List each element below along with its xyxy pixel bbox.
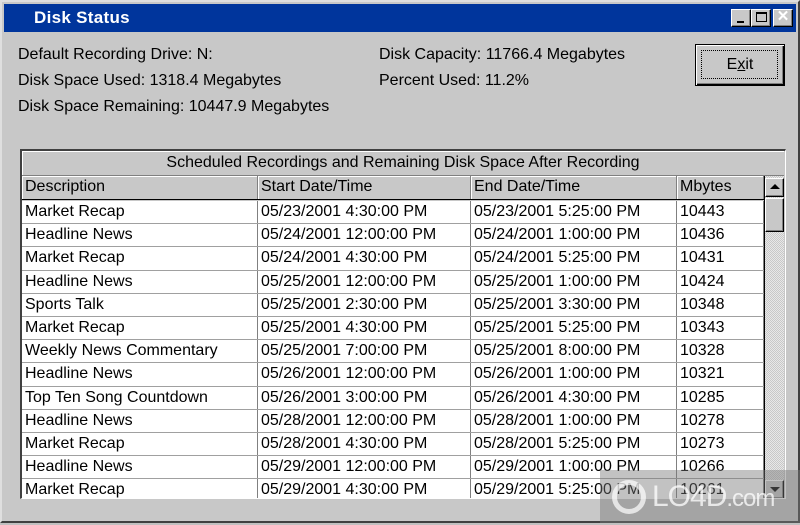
table-row[interactable]: Top Ten Song Countdown 05/26/2001 3:00:00…: [22, 386, 764, 410]
cell-mbytes[interactable]: 10273: [677, 432, 764, 456]
title-bar[interactable]: Disk Status ✕: [4, 4, 796, 32]
cell-description[interactable]: Headline News: [22, 270, 258, 293]
cell-mbytes[interactable]: 10436: [677, 224, 764, 247]
cell-mbytes[interactable]: 10431: [677, 247, 764, 270]
space-used-label: Disk Space Used: 1318.4 Megabytes: [18, 72, 282, 89]
cell-description[interactable]: Market Recap: [22, 247, 258, 270]
cell-mbytes[interactable]: 10424: [677, 270, 764, 293]
column-header-end[interactable]: End Date/Time: [471, 176, 677, 199]
watermark-text: LO4D: [652, 480, 727, 513]
disk-status-window: Disk Status ✕ Default Recording Drive: N…: [0, 0, 800, 523]
table-row[interactable]: Market Recap 05/28/2001 4:30:00 PM 05/28/2…: [22, 432, 764, 457]
cell-end[interactable]: 05/24/2001 1:00:00 PM: [471, 224, 677, 247]
cell-end[interactable]: 05/25/2001 1:00:00 PM: [471, 270, 677, 293]
table-row[interactable]: Headline News 05/24/2001 12:00:00 PM 05/24…: [22, 224, 764, 248]
cell-description[interactable]: Headline News: [22, 456, 258, 479]
exit-button[interactable]: Exit: [695, 44, 785, 86]
cell-description[interactable]: Market Recap: [22, 479, 258, 498]
cell-description[interactable]: Sports Talk: [22, 293, 258, 316]
table-row[interactable]: Headline News 05/26/2001 12:00:00 PM 05/26…: [22, 363, 764, 387]
cell-end[interactable]: 05/26/2001 4:30:00 PM: [471, 386, 677, 409]
cell-start[interactable]: 05/29/2001 12:00:00 PM: [258, 456, 471, 479]
cell-start[interactable]: 05/25/2001 2:30:00 PM: [258, 293, 471, 316]
scroll-up-button[interactable]: [765, 178, 784, 197]
default-drive-label: Default Recording Drive: N:: [18, 46, 213, 63]
window-title: Disk Status: [34, 8, 130, 27]
cell-mbytes[interactable]: 10348: [677, 293, 764, 316]
cell-mbytes[interactable]: 10278: [677, 409, 764, 432]
column-header-start[interactable]: Start Date/Time: [258, 176, 471, 199]
cell-description[interactable]: Headline News: [22, 409, 258, 432]
space-remaining-label: Disk Space Remaining: 10447.9 Megabytes: [18, 98, 330, 115]
table-row[interactable]: Market Recap 05/25/2001 4:30:00 PM 05/25/2…: [22, 316, 764, 341]
maximize-icon: [756, 12, 767, 22]
cell-mbytes[interactable]: 10285: [677, 386, 764, 409]
table-row[interactable]: Market Recap 05/24/2001 4:30:00 PM 05/24/2…: [22, 247, 764, 271]
cell-start[interactable]: 05/23/2001 4:30:00 PM: [258, 201, 471, 224]
cell-description[interactable]: Headline News: [22, 224, 258, 247]
cell-start[interactable]: 05/25/2001 4:30:00 PM: [258, 316, 471, 340]
cell-description[interactable]: Market Recap: [22, 432, 258, 456]
cell-mbytes[interactable]: 10343: [677, 316, 764, 340]
cell-start[interactable]: 05/25/2001 7:00:00 PM: [258, 340, 471, 363]
table-row[interactable]: Weekly News Commentary 05/25/2001 7:00:00…: [22, 340, 764, 364]
recordings-grid[interactable]: Scheduled Recordings and Remaining Disk …: [20, 149, 786, 499]
cell-end[interactable]: 05/24/2001 5:25:00 PM: [471, 247, 677, 270]
column-header-description[interactable]: Description: [22, 176, 258, 199]
cell-end[interactable]: 05/23/2001 5:25:00 PM: [471, 201, 677, 224]
cell-end[interactable]: 05/28/2001 5:25:00 PM: [471, 432, 677, 456]
watermark-suffix: .com: [726, 485, 775, 512]
cell-end[interactable]: 05/28/2001 1:00:00 PM: [471, 409, 677, 432]
vertical-scrollbar[interactable]: [764, 176, 784, 498]
cell-description[interactable]: Top Ten Song Countdown: [22, 386, 258, 409]
table-row[interactable]: Headline News 05/25/2001 12:00:00 PM 05/25…: [22, 270, 764, 294]
cell-mbytes[interactable]: 10328: [677, 340, 764, 363]
cell-start[interactable]: 05/24/2001 12:00:00 PM: [258, 224, 471, 247]
arrow-up-icon: [770, 184, 780, 189]
cell-mbytes[interactable]: 10321: [677, 363, 764, 386]
minimize-button[interactable]: [731, 9, 751, 27]
watermark-logo-icon: [612, 480, 646, 514]
cell-description[interactable]: Market Recap: [22, 201, 258, 224]
cell-start[interactable]: 05/26/2001 12:00:00 PM: [258, 363, 471, 386]
cell-start[interactable]: 05/24/2001 4:30:00 PM: [258, 247, 471, 270]
grid-caption: Scheduled Recordings and Remaining Disk …: [22, 151, 784, 176]
cell-end[interactable]: 05/25/2001 3:30:00 PM: [471, 293, 677, 316]
scroll-thumb[interactable]: [765, 198, 784, 232]
grid-body: Market Recap 05/23/2001 4:30:00 PM 05/23/2…: [22, 201, 764, 498]
exit-button-label: Exit: [726, 56, 754, 73]
cell-start[interactable]: 05/28/2001 12:00:00 PM: [258, 409, 471, 432]
table-row[interactable]: Market Recap 05/23/2001 4:30:00 PM 05/23/2…: [22, 201, 764, 225]
grid-header-row: Description Start Date/Time End Date/Tim…: [22, 176, 766, 200]
maximize-button[interactable]: [751, 9, 771, 27]
cell-start[interactable]: 05/29/2001 4:30:00 PM: [258, 479, 471, 498]
close-button[interactable]: ✕: [773, 8, 793, 27]
minimize-icon: [737, 21, 744, 23]
cell-mbytes[interactable]: 10443: [677, 201, 764, 224]
cell-start[interactable]: 05/28/2001 4:30:00 PM: [258, 432, 471, 456]
percent-used-label: Percent Used: 11.2%: [379, 72, 530, 89]
cell-end[interactable]: 05/25/2001 5:25:00 PM: [471, 316, 677, 340]
close-icon: ✕: [776, 8, 790, 25]
cell-description[interactable]: Market Recap: [22, 316, 258, 340]
table-row[interactable]: Sports Talk 05/25/2001 2:30:00 PM 05/25/20…: [22, 293, 764, 317]
cell-description[interactable]: Weekly News Commentary: [22, 340, 258, 363]
table-row[interactable]: Headline News 05/28/2001 12:00:00 PM 05/28…: [22, 409, 764, 433]
cell-end[interactable]: 05/26/2001 1:00:00 PM: [471, 363, 677, 386]
cell-end[interactable]: 05/25/2001 8:00:00 PM: [471, 340, 677, 363]
cell-start[interactable]: 05/26/2001 3:00:00 PM: [258, 386, 471, 409]
capacity-label: Disk Capacity: 11766.4 Megabytes: [379, 46, 626, 63]
watermark: LO4D.com: [600, 470, 800, 523]
cell-start[interactable]: 05/25/2001 12:00:00 PM: [258, 270, 471, 293]
column-header-mbytes[interactable]: Mbytes: [677, 176, 764, 199]
cell-description[interactable]: Headline News: [22, 363, 258, 386]
